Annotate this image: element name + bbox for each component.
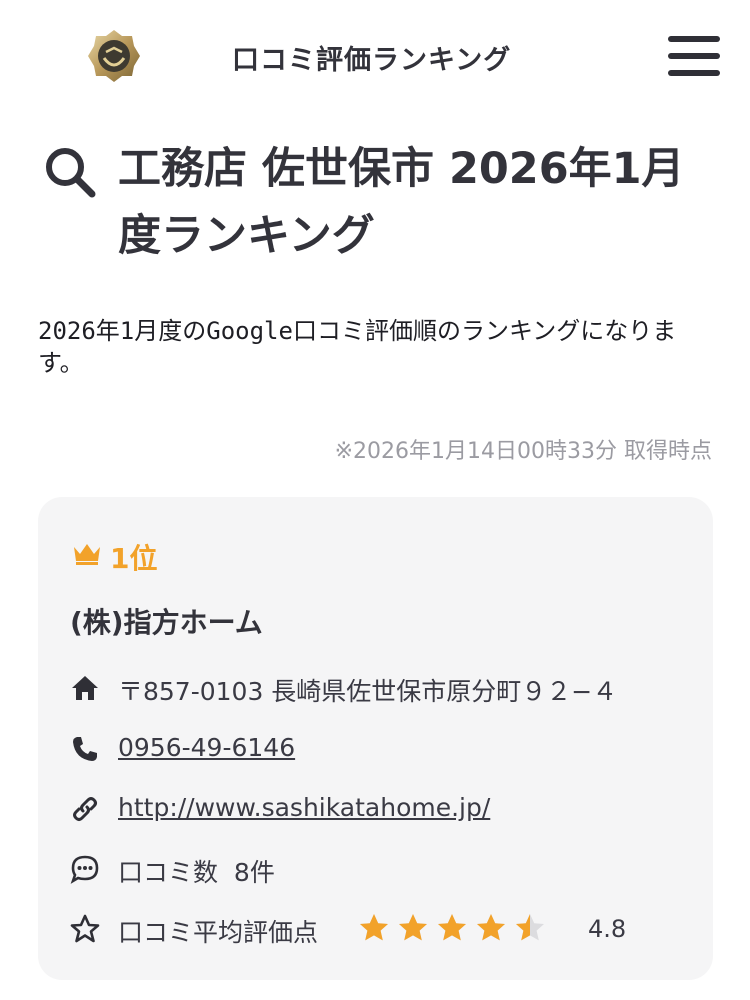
address-row: 〒857-0103 長崎県佐世保市原分町９２−４ bbox=[70, 670, 690, 706]
rating-label: 口コミ平均評価点 bbox=[118, 918, 319, 947]
rating-row: 口コミ平均評価点 4.8 bbox=[70, 911, 690, 947]
crown-icon bbox=[74, 544, 100, 565]
search-icon bbox=[46, 148, 96, 198]
phone-link[interactable]: 0956-49-6146 bbox=[118, 733, 295, 762]
rating-value: 4.8 bbox=[588, 915, 627, 943]
home-icon bbox=[72, 676, 98, 700]
review-count-row: 口コミ数 8件 bbox=[70, 851, 690, 887]
intro-text: 2026年1月度のGoogle口コミ評価順のランキングになります。 bbox=[38, 317, 677, 377]
retrieved-timestamp: ※2026年1月14日00時33分 取得時点 bbox=[334, 439, 712, 464]
phone-icon bbox=[73, 737, 97, 761]
laurel-badge-icon[interactable] bbox=[86, 28, 142, 84]
website-link[interactable]: http://www.sashikatahome.jp/ bbox=[118, 793, 490, 822]
rank-label: 1位 bbox=[110, 542, 158, 575]
site-header: 口コミ評価ランキング bbox=[0, 0, 750, 116]
rating-star-icon bbox=[399, 914, 427, 941]
page-title: 工務店 佐世保市 2026年1月度ランキング bbox=[118, 144, 685, 261]
rating-star-icon bbox=[477, 914, 505, 941]
address-text: 〒857-0103 長崎県佐世保市原分町９２−４ bbox=[118, 677, 618, 706]
company-name[interactable]: (株)指方ホーム bbox=[70, 601, 263, 641]
rating-star-icon bbox=[438, 914, 466, 941]
review-count-value: 8件 bbox=[233, 858, 275, 887]
link-icon bbox=[73, 797, 97, 821]
ranking-card[interactable]: 1位 (株)指方ホーム 〒857-0103 長崎県佐世保市原分町９２−４ 095… bbox=[38, 497, 713, 980]
phone-row: 0956-49-6146 bbox=[70, 731, 690, 767]
website-row: http://www.sashikatahome.jp/ bbox=[70, 791, 690, 827]
rating-star-icon bbox=[360, 914, 388, 941]
site-title[interactable]: 口コミ評価ランキング bbox=[232, 38, 511, 77]
review-count-label: 口コミ数 bbox=[118, 858, 219, 887]
rating-star-icon bbox=[516, 914, 544, 941]
star-outline-icon bbox=[70, 914, 100, 943]
comment-icon bbox=[70, 855, 99, 884]
review-count-text: 口コミ数 8件 bbox=[118, 853, 275, 889]
hamburger-menu-icon[interactable] bbox=[668, 36, 720, 76]
